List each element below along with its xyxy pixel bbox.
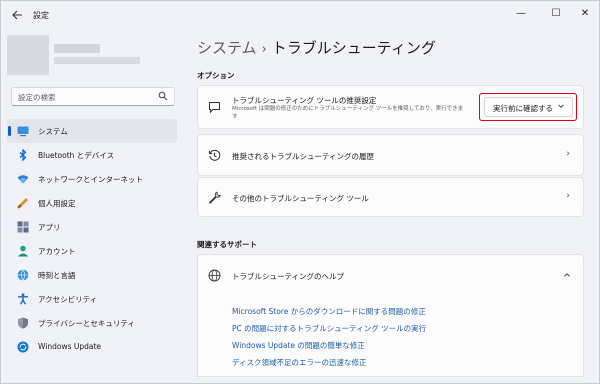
- card-description: Microsoft は問題の修正のためにトラブルシューティング ツールを推奨して…: [232, 106, 464, 120]
- other-troubleshooters-card[interactable]: その他のトラブルシューティング ツール ›: [197, 177, 584, 217]
- maximize-button[interactable]: ☐: [546, 6, 566, 22]
- sidebar-item-label: Bluetooth とデバイス: [38, 151, 115, 160]
- support-heading: 関連するサポート: [197, 240, 257, 249]
- sidebar-item-label: 時刻と言語: [38, 271, 76, 280]
- network-icon: [17, 175, 29, 184]
- sidebar-nav: システム Bluetooth とデバイス ネットワークとインターネット 個人用設…: [7, 119, 177, 359]
- sidebar-item-label: アクセシビリティ: [38, 295, 98, 304]
- troubleshooting-help-card[interactable]: トラブルシューティングのヘルプ: [197, 254, 584, 296]
- help-link[interactable]: Windows Update の問題の簡単な修正: [232, 340, 365, 351]
- options-heading: オプション: [197, 71, 235, 80]
- card-title: トラブルシューティングのヘルプ: [232, 272, 345, 281]
- chevron-right-icon: ›: [566, 149, 570, 159]
- personalization-icon: [17, 198, 28, 209]
- active-indicator: [8, 126, 11, 136]
- settings-window: 設定 — ☐ ✕ システム Bluetooth とデバイス: [0, 0, 600, 384]
- breadcrumb: システム › トラブルシューティング: [197, 37, 436, 58]
- chevron-down-icon: [558, 104, 564, 108]
- page-title: トラブルシューティング: [271, 39, 436, 57]
- help-links: Microsoft Store からのダウンロードに関する問題の修正 PC の問…: [197, 295, 584, 377]
- globe-icon: [208, 269, 221, 282]
- history-icon: [209, 149, 221, 161]
- minimize-button[interactable]: —: [511, 6, 531, 22]
- sidebar-item-label: Windows Update: [38, 342, 102, 351]
- recommended-settings-dropdown[interactable]: 実行前に確認する: [484, 97, 573, 117]
- sidebar-item-time-language[interactable]: 時刻と言語: [7, 263, 177, 287]
- breadcrumb-separator: ›: [261, 42, 267, 57]
- shield-icon: [18, 317, 28, 329]
- chevron-up-icon[interactable]: [563, 271, 571, 279]
- dropdown-value: 実行前に確認する: [493, 104, 553, 113]
- search-icon[interactable]: [158, 91, 168, 101]
- title-bar: 設定 — ☐ ✕: [1, 1, 599, 31]
- sidebar-item-label: ネットワークとインターネット: [38, 175, 143, 184]
- sidebar-item-windows-update[interactable]: Windows Update: [7, 335, 177, 359]
- chat-bubble-icon: [209, 102, 220, 114]
- windows-update-icon: [17, 341, 29, 353]
- sidebar-item-privacy[interactable]: プライバシーとセキュリティ: [7, 311, 177, 335]
- account-icon: [17, 245, 29, 257]
- sidebar-item-apps[interactable]: アプリ: [7, 215, 177, 239]
- sidebar-item-accounts[interactable]: アカウント: [7, 239, 177, 263]
- sidebar-item-accessibility[interactable]: アクセシビリティ: [7, 287, 177, 311]
- sidebar-item-label: 個人用設定: [38, 199, 76, 208]
- back-arrow-icon[interactable]: [10, 9, 24, 23]
- sidebar-item-label: アプリ: [38, 223, 61, 232]
- search-box[interactable]: [11, 87, 175, 106]
- profile-name-redacted: [54, 44, 100, 53]
- profile-email-redacted: [54, 57, 140, 64]
- close-button[interactable]: ✕: [575, 6, 595, 22]
- help-link[interactable]: Microsoft Store からのダウンロードに関する問題の修正: [232, 306, 426, 317]
- sidebar-item-system[interactable]: システム: [7, 119, 177, 143]
- accessibility-icon: [18, 293, 28, 305]
- sidebar-item-personalization[interactable]: 個人用設定: [7, 191, 177, 215]
- chevron-right-icon: ›: [566, 191, 570, 201]
- card-title: 推奨されるトラブルシューティングの履歴: [232, 152, 375, 161]
- system-icon: [17, 126, 29, 137]
- sidebar-item-label: システム: [38, 127, 68, 136]
- apps-icon: [17, 221, 29, 233]
- help-link[interactable]: ディスク領域不足のエラーの迅速な修正: [232, 357, 366, 368]
- card-title: その他のトラブルシューティング ツール: [232, 194, 369, 203]
- help-link[interactable]: PC の問題に対するトラブルシューティング ツールの実行: [232, 323, 426, 334]
- search-input[interactable]: [18, 91, 148, 103]
- avatar: [7, 35, 49, 75]
- window-title: 設定: [33, 11, 49, 20]
- wrench-icon: [208, 191, 221, 204]
- sidebar-item-network[interactable]: ネットワークとインターネット: [7, 167, 177, 191]
- recommended-history-card[interactable]: 推奨されるトラブルシューティングの履歴 ›: [197, 134, 584, 176]
- card-title: トラブルシューティング ツールの推奨設定: [232, 96, 377, 105]
- sidebar-item-label: プライバシーとセキュリティ: [38, 319, 135, 328]
- sidebar-item-bluetooth[interactable]: Bluetooth とデバイス: [7, 143, 177, 167]
- time-language-icon: [17, 269, 29, 281]
- breadcrumb-parent[interactable]: システム: [197, 39, 257, 57]
- sidebar-item-label: アカウント: [38, 247, 76, 256]
- bluetooth-icon: [19, 149, 27, 161]
